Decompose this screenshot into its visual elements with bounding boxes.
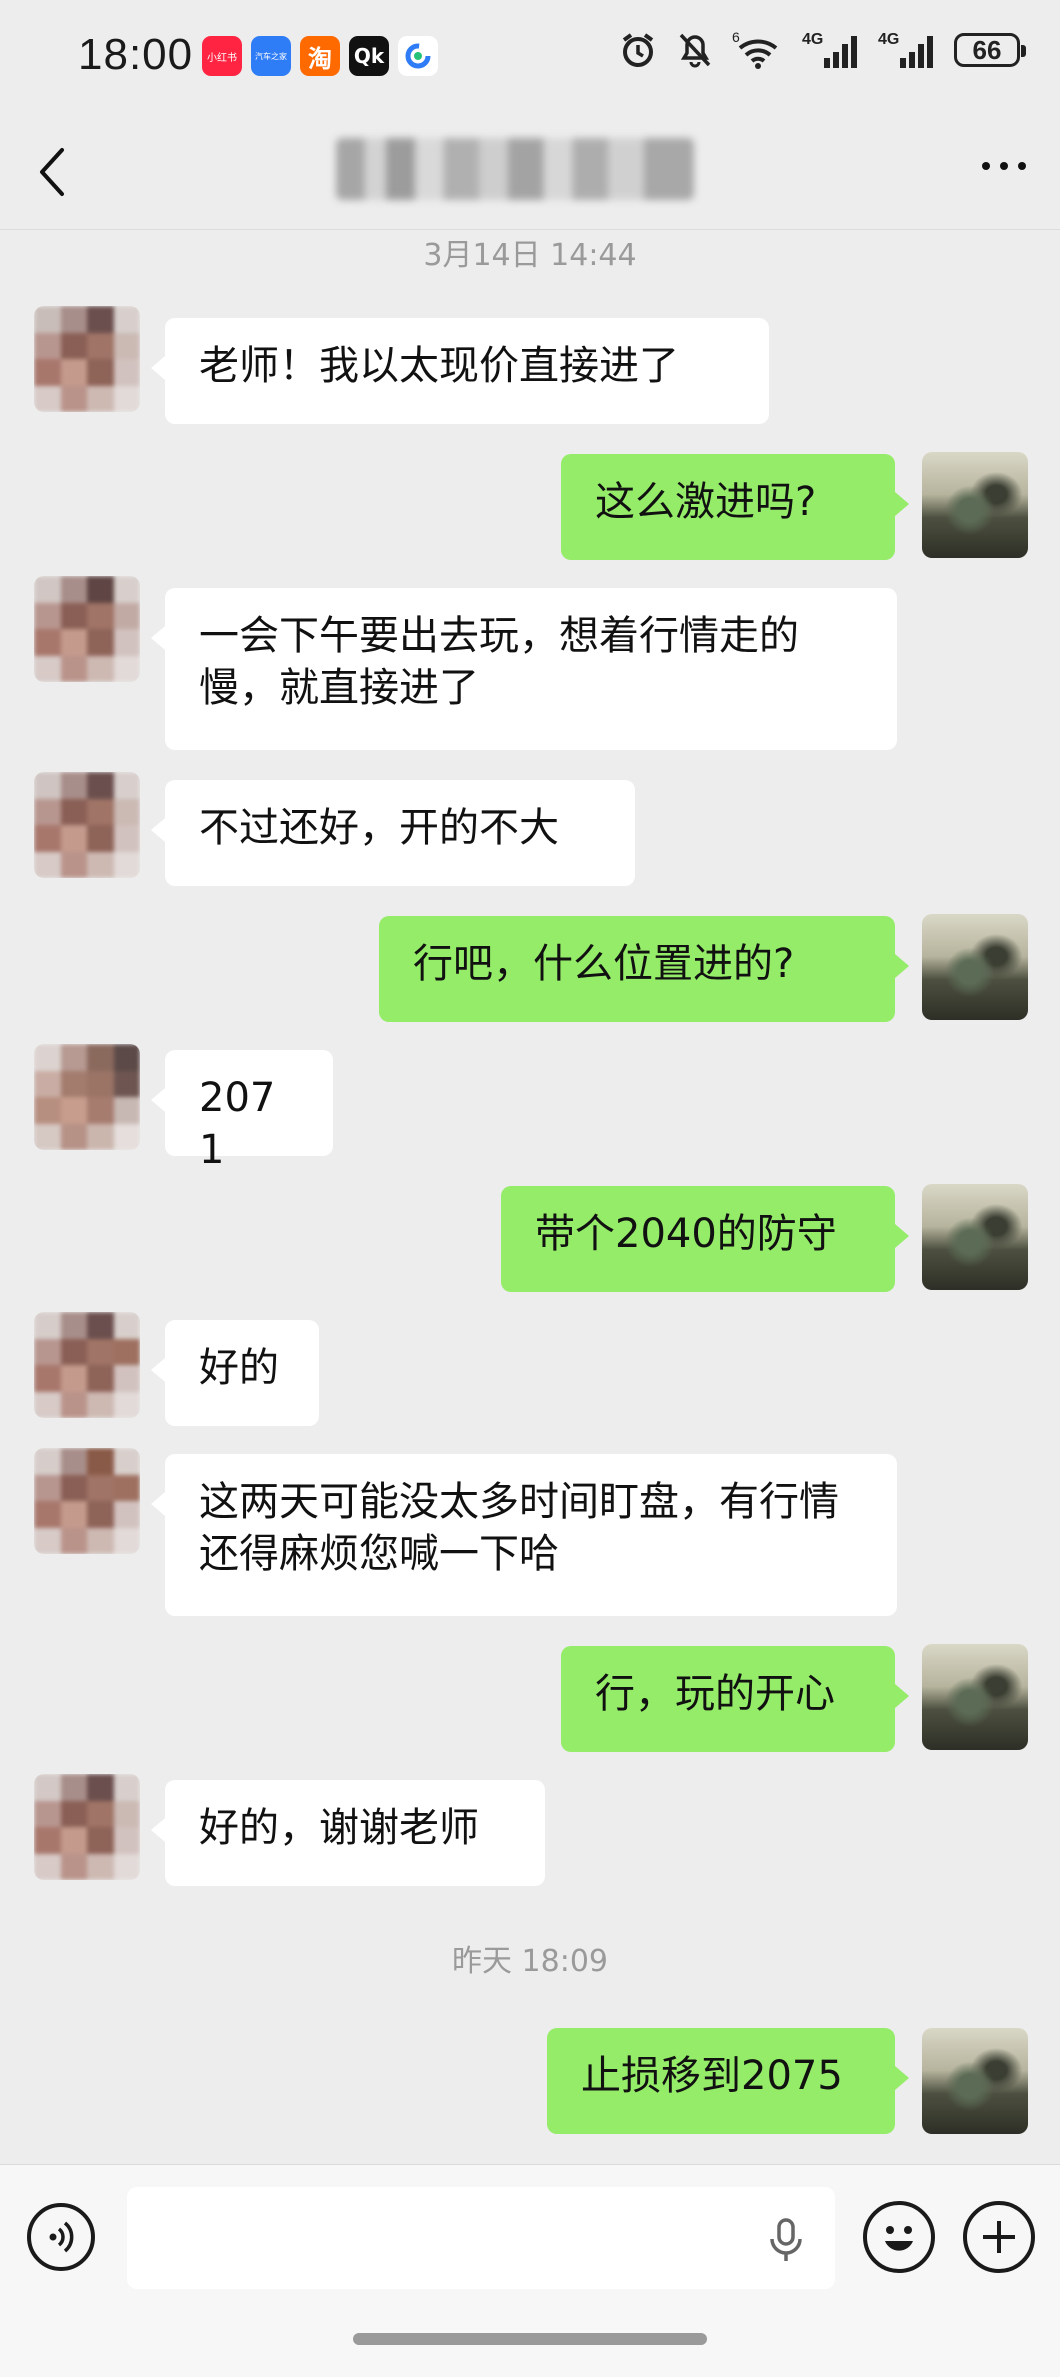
emoji-icon[interactable] xyxy=(863,2201,935,2273)
chevron-left-icon[interactable] xyxy=(34,144,68,204)
autohome-icon: 汽车之家 xyxy=(251,36,291,76)
svg-text:4G: 4G xyxy=(878,31,899,48)
message-timestamp: 3月14日 14:44 xyxy=(423,238,637,273)
svg-text:6: 6 xyxy=(732,30,740,45)
xiaohongshu-icon: 小红书 xyxy=(202,36,242,76)
contact-avatar[interactable] xyxy=(34,1312,140,1418)
my-avatar[interactable] xyxy=(922,1184,1028,1290)
message-bubble-outgoing[interactable]: 带个2040的防守 xyxy=(501,1186,909,1292)
microphone-icon[interactable] xyxy=(768,2217,804,2267)
my-avatar[interactable] xyxy=(922,914,1028,1020)
plus-icon[interactable] xyxy=(963,2201,1035,2273)
message-bubble-incoming[interactable]: 老师！我以太现价直接进了 xyxy=(151,318,769,424)
system-status-icons: 6 4G 4G 66 xyxy=(618,30,1026,70)
my-avatar[interactable] xyxy=(922,452,1028,558)
signal-icon-1: 4G xyxy=(802,31,857,68)
status-bar: 18:00 小红书 汽车之家 淘 Qk 6 4G 4G 66 xyxy=(0,0,1060,118)
my-avatar[interactable] xyxy=(922,1644,1028,1750)
chat-input-bar xyxy=(0,2164,1060,2377)
chat-title-redacted xyxy=(336,138,694,200)
wifi-icon: 6 xyxy=(732,30,778,69)
signal-icon-2: 4G xyxy=(878,31,933,68)
message-bubble-outgoing[interactable]: 止损移到2075 xyxy=(547,2028,909,2134)
status-time: 18:00 xyxy=(78,30,194,79)
qk-icon: Qk xyxy=(349,36,389,76)
message-bubble-incoming[interactable]: 不过还好，开的不大 xyxy=(151,780,635,886)
message-input[interactable] xyxy=(127,2187,835,2289)
message-bubble-outgoing[interactable]: 这么激进吗? xyxy=(561,454,909,560)
message-timestamp: 昨天 18:09 xyxy=(452,1944,608,1979)
contact-avatar[interactable] xyxy=(34,576,140,682)
message-bubble-outgoing[interactable]: 行吧，什么位置进的? xyxy=(379,916,909,1022)
chat-header xyxy=(0,118,1060,230)
contact-avatar[interactable] xyxy=(34,1774,140,1880)
contact-avatar[interactable] xyxy=(34,306,140,412)
notification-app-icons: 小红书 汽车之家 淘 Qk xyxy=(202,36,438,76)
message-bubble-incoming[interactable]: 好的，谢谢老师 xyxy=(151,1780,545,1886)
my-avatar[interactable] xyxy=(922,2028,1028,2134)
voice-icon[interactable] xyxy=(27,2203,95,2271)
message-bubble-incoming[interactable]: 好的 xyxy=(151,1320,319,1426)
browser-icon xyxy=(398,36,438,76)
more-horizontal-icon[interactable] xyxy=(982,162,1026,170)
alarm-icon xyxy=(622,33,654,67)
message-bubble-outgoing[interactable]: 行，玩的开心 xyxy=(561,1646,909,1752)
svg-text:4G: 4G xyxy=(802,31,823,48)
contact-avatar[interactable] xyxy=(34,1448,140,1554)
message-bubble-incoming[interactable]: 2071 xyxy=(151,1050,333,1173)
taobao-icon: 淘 xyxy=(300,36,340,76)
contact-avatar[interactable] xyxy=(34,1044,140,1150)
message-bubble-incoming[interactable]: 这两天可能没太多时间盯盘，有行情还得麻烦您喊一下哈 xyxy=(151,1454,897,1616)
message-bubble-incoming[interactable]: 一会下午要出去玩，想着行情走的慢，就直接进了 xyxy=(151,588,897,750)
contact-avatar[interactable] xyxy=(34,772,140,878)
mute-icon xyxy=(679,33,711,68)
battery-indicator: 66 xyxy=(954,33,1026,67)
home-indicator[interactable] xyxy=(353,2333,707,2345)
